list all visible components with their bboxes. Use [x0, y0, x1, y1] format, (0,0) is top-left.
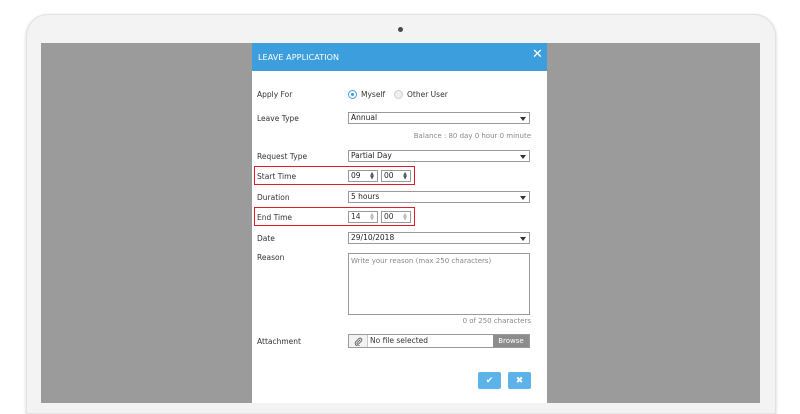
chevron-down-icon: [520, 237, 526, 241]
chevron-down-icon: [520, 196, 526, 200]
duration-select[interactable]: 5 hours: [348, 191, 530, 203]
end-time-label: End Time: [257, 213, 292, 222]
modal-title: LEAVE APPLICATION: [258, 52, 340, 62]
close-icon: ✖: [515, 375, 524, 386]
request-type-value: Partial Day: [351, 151, 392, 160]
end-time-minute[interactable]: 00 ▲ ▼: [381, 211, 411, 223]
attachment-label: Attachment: [257, 337, 301, 346]
end-minute-value: 00: [384, 212, 394, 221]
date-select[interactable]: 29/10/2018: [348, 232, 530, 244]
reason-textarea[interactable]: Write your reason (max 250 characters): [348, 253, 530, 315]
paperclip-icon[interactable]: [349, 335, 368, 347]
leave-type-label: Leave Type: [257, 114, 299, 123]
cancel-button[interactable]: ✖: [508, 372, 531, 389]
chevron-down-icon: [520, 117, 526, 121]
request-type-select[interactable]: Partial Day: [348, 150, 530, 162]
duration-value: 5 hours: [351, 192, 380, 201]
start-hour-value: 09: [351, 171, 361, 180]
browse-button[interactable]: Browse: [493, 335, 529, 347]
modal-body: Apply For Myself Other User Leave Type A…: [252, 71, 547, 403]
end-time-hour[interactable]: 14 ▲ ▼: [348, 211, 378, 223]
start-time-minute[interactable]: 00 ▲ ▼: [381, 170, 411, 182]
request-type-label: Request Type: [257, 152, 308, 161]
camera-dot: [398, 27, 403, 32]
start-time-hour[interactable]: 09 ▲ ▼: [348, 170, 378, 182]
apply-for-label: Apply For: [257, 90, 293, 99]
radio-other-user[interactable]: [394, 90, 403, 99]
modal-header: LEAVE APPLICATION ✕: [252, 43, 547, 71]
leave-balance: Balance : 80 day 0 hour 0 minute: [413, 132, 531, 140]
spinner-icon[interactable]: ▲ ▼: [369, 172, 375, 181]
submit-button[interactable]: ✔: [478, 372, 501, 389]
duration-label: Duration: [257, 193, 290, 202]
reason-label: Reason: [257, 253, 285, 262]
spinner-icon: ▲ ▼: [403, 212, 407, 222]
radio-myself[interactable]: [348, 90, 357, 99]
radio-other-user-label: Other User: [407, 90, 448, 99]
leave-type-select[interactable]: Annual: [348, 112, 530, 124]
leave-type-value: Annual: [351, 113, 378, 122]
reason-counter: 0 of 250 characters: [462, 317, 531, 325]
start-minute-value: 00: [384, 171, 394, 180]
spinner-icon: ▲ ▼: [370, 212, 374, 222]
check-icon: ✔: [485, 375, 494, 386]
spinner-icon[interactable]: ▲ ▼: [402, 172, 408, 181]
start-time-label: Start Time: [257, 172, 297, 181]
radio-myself-label: Myself: [361, 90, 386, 99]
date-label: Date: [257, 234, 275, 243]
date-value: 29/10/2018: [351, 233, 395, 242]
chevron-down-icon: [520, 155, 526, 159]
reason-placeholder: Write your reason (max 250 characters): [351, 257, 492, 265]
file-input[interactable]: No file selected Browse: [348, 334, 530, 348]
leave-application-modal: LEAVE APPLICATION ✕ Apply For Myself Oth…: [252, 43, 547, 403]
close-icon[interactable]: ✕: [532, 48, 543, 62]
screen: LEAVE APPLICATION ✕ Apply For Myself Oth…: [41, 43, 760, 403]
end-hour-value: 14: [351, 212, 361, 221]
file-status: No file selected: [370, 336, 429, 345]
